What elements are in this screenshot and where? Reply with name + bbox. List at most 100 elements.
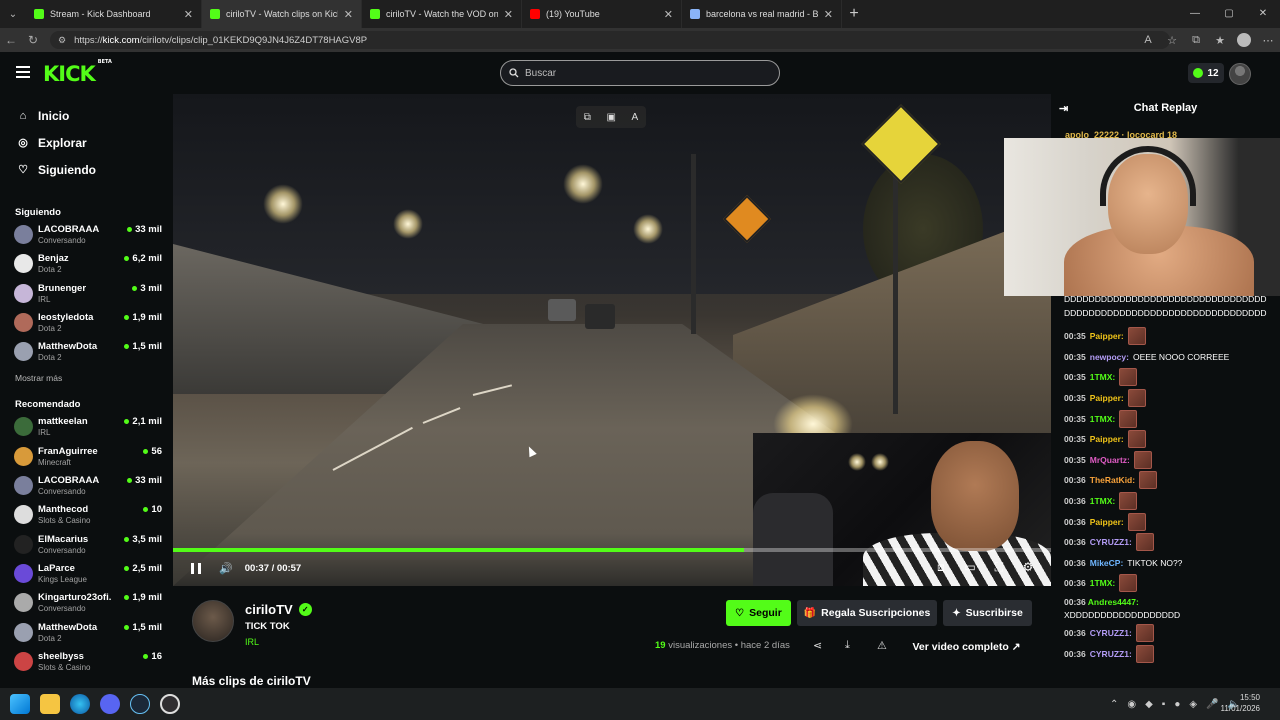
settings-icon[interactable]: ⚙ (1021, 560, 1035, 575)
download-icon[interactable]: ⤓ (845, 639, 850, 652)
chat-username[interactable]: Paipper: (1090, 517, 1124, 527)
sidebar-channel-item[interactable]: MatthewDota Dota 2 1,5 mil (0, 338, 172, 367)
chat-username[interactable]: MikeCP: (1090, 558, 1124, 568)
gift-subs-button[interactable]: 🎁 Regala Suscripciones (797, 600, 937, 626)
back-icon[interactable]: ← (0, 33, 22, 47)
discord-icon[interactable] (100, 694, 120, 714)
new-tab-button[interactable]: + (842, 5, 866, 23)
collapse-chat-icon[interactable]: ⇥ (1059, 102, 1068, 115)
profile-icon[interactable] (1237, 33, 1251, 47)
sidebar-channel-item[interactable]: Benjaz Dota 2 6,2 mil (0, 250, 172, 279)
chat-username[interactable]: 1TMX: (1090, 578, 1116, 588)
microphone-icon[interactable]: 🎤 (1206, 699, 1218, 710)
browser-tab[interactable]: Stream - Kick Dashboard ✕ (26, 0, 202, 28)
nav-siguiendo[interactable]: ♡ Siguiendo (0, 156, 172, 183)
tray-app-icon[interactable]: ◆ (1145, 699, 1153, 710)
chat-username[interactable]: CYRUZZ1: (1090, 537, 1132, 547)
site-info-icon[interactable]: ⚙ (58, 35, 66, 46)
user-avatar[interactable] (1229, 63, 1251, 85)
system-clock[interactable]: 15:50 11/01/2026 (1221, 692, 1260, 714)
tab-list-icon[interactable]: ⌄ (0, 0, 26, 28)
channel-name[interactable]: ciriloTV ✓ (245, 602, 312, 617)
chat-username[interactable]: Paipper: (1090, 434, 1124, 444)
browser-tab[interactable]: ciriloTV - Watch the VOD on Kick ✕ (362, 0, 522, 28)
sidebar-channel-item[interactable]: MatthewDota Dota 2 1,5 mil (0, 619, 172, 648)
show-more-link[interactable]: Mostrar más (0, 373, 172, 387)
close-tab-icon[interactable]: ✕ (664, 8, 673, 21)
close-tab-icon[interactable]: ✕ (824, 8, 833, 21)
chat-username[interactable]: CYRUZZ1: (1090, 628, 1132, 638)
channel-avatar[interactable] (192, 600, 234, 642)
sidebar-channel-item[interactable]: mattkeelan IRL 2,1 mil (0, 413, 172, 442)
browser-tab[interactable]: (19) YouTube ✕ (522, 0, 682, 28)
video-player[interactable]: ⧉ ▣ A 🔊 00:37 / 00:57 ⧈ ▭ ⛶ ⚙ (173, 94, 1051, 586)
report-icon[interactable]: ⚠ (877, 639, 887, 652)
sidebar-channel-item[interactable]: Manthecod Slots & Casino 10 (0, 501, 172, 530)
sidebar-channel-item[interactable]: LaParce Kings League 2,5 mil (0, 560, 172, 589)
maximize-icon[interactable]: ▢ (1212, 0, 1246, 28)
windows-start-icon[interactable] (10, 694, 30, 714)
chat-username[interactable]: 1TMX: (1090, 496, 1116, 506)
chat-username[interactable]: Paipper: (1090, 331, 1124, 341)
sidebar-channel-item[interactable]: Brunenger IRL 3 mil (0, 280, 172, 309)
channel-points-badge[interactable]: 12 (1188, 63, 1224, 83)
minimize-icon[interactable]: — (1178, 0, 1212, 28)
follow-button[interactable]: ♡ Seguir (726, 600, 791, 626)
theater-mode-icon[interactable]: ▭ (963, 560, 977, 575)
clip-icon[interactable]: ⧉ (584, 112, 591, 123)
pause-icon[interactable] (191, 563, 201, 574)
search-input[interactable] (525, 67, 765, 79)
theater-icon[interactable]: ▣ (607, 112, 616, 123)
nav-explorar[interactable]: ◎ Explorar (0, 129, 172, 156)
picture-in-picture-icon[interactable]: ⧈ (934, 560, 948, 575)
chat-username[interactable]: MrQuartz: (1090, 455, 1130, 465)
refresh-icon[interactable]: ↻ (22, 33, 44, 47)
translate-icon[interactable]: A (632, 112, 639, 123)
tray-app-icon[interactable]: ◈ (1189, 699, 1197, 710)
chat-username[interactable]: Paipper: (1090, 393, 1124, 403)
sidebar-channel-item[interactable]: sheelbyss Slots & Casino 16 (0, 648, 172, 677)
sidebar-channel-item[interactable]: ElMacarius Conversando 3,5 mil (0, 531, 172, 560)
obs-icon[interactable] (160, 694, 180, 714)
chat-username[interactable]: TheRatKid: (1090, 475, 1135, 485)
favorite-star-icon[interactable]: ☆ (1160, 34, 1184, 47)
menu-icon[interactable] (16, 66, 30, 78)
edge-browser-icon[interactable] (70, 694, 90, 714)
tray-app-icon[interactable]: ◉ (1127, 699, 1136, 710)
sidebar-channel-item[interactable]: leostyledota Dota 2 1,9 mil (0, 309, 172, 338)
browser-tab[interactable]: ciriloTV - Watch clips on Kick ✕ (202, 0, 362, 28)
tray-app-icon[interactable]: ● (1174, 699, 1180, 710)
share-icon[interactable]: ⋖ (813, 639, 822, 652)
sidebar-channel-item[interactable]: Kingarturo23ofi... Conversando 1,9 mil (0, 589, 172, 618)
tray-app-icon[interactable]: ▪ (1162, 699, 1166, 710)
file-explorer-icon[interactable] (40, 694, 60, 714)
sidebar-channel-item[interactable]: LACOBRAAA Conversando 33 mil (0, 472, 172, 501)
close-tab-icon[interactable]: ✕ (344, 8, 353, 21)
nav-inicio[interactable]: ⌂ Inicio (0, 102, 172, 129)
chat-username[interactable]: 1TMX: (1090, 414, 1116, 424)
browser-tab[interactable]: barcelona vs real madrid - Buscar ✕ (682, 0, 842, 28)
close-window-icon[interactable]: ✕ (1246, 0, 1280, 28)
chat-username[interactable]: CYRUZZ1: (1090, 649, 1132, 659)
tray-expand-icon[interactable]: ⌃ (1110, 699, 1118, 710)
chat-username[interactable]: Andres4447: (1088, 597, 1139, 607)
subscribe-button[interactable]: ✦ Suscribirse (943, 600, 1032, 626)
video-progress-bar[interactable] (173, 548, 1051, 552)
steam-icon[interactable] (130, 694, 150, 714)
kick-logo[interactable]: KICK BETA (43, 59, 112, 86)
close-tab-icon[interactable]: ✕ (504, 8, 513, 21)
close-tab-icon[interactable]: ✕ (184, 8, 193, 21)
watch-full-video-button[interactable]: Ver video completo ↗ (901, 636, 1032, 658)
volume-icon[interactable]: 🔊 (219, 562, 233, 575)
url-field[interactable]: ⚙ https://kick.com/cirilotv/clips/clip_0… (50, 31, 1170, 49)
browser-menu-icon[interactable]: ⋯ (1256, 34, 1280, 47)
read-aloud-icon[interactable]: A (1136, 34, 1160, 46)
sidebar-channel-item[interactable]: FranAguirree Minecraft 56 (0, 443, 172, 472)
chat-username[interactable]: 1TMX: (1090, 372, 1116, 382)
fullscreen-icon[interactable]: ⛶ (992, 560, 1006, 575)
clip-category[interactable]: IRL (245, 637, 259, 647)
extensions-icon[interactable]: ⧉ (1184, 34, 1208, 47)
sidebar-channel-item[interactable]: LACOBRAAA Conversando 33 mil (0, 221, 172, 250)
favorites-icon[interactable]: ★ (1208, 34, 1232, 47)
chat-username[interactable]: newpocy: (1090, 352, 1129, 362)
